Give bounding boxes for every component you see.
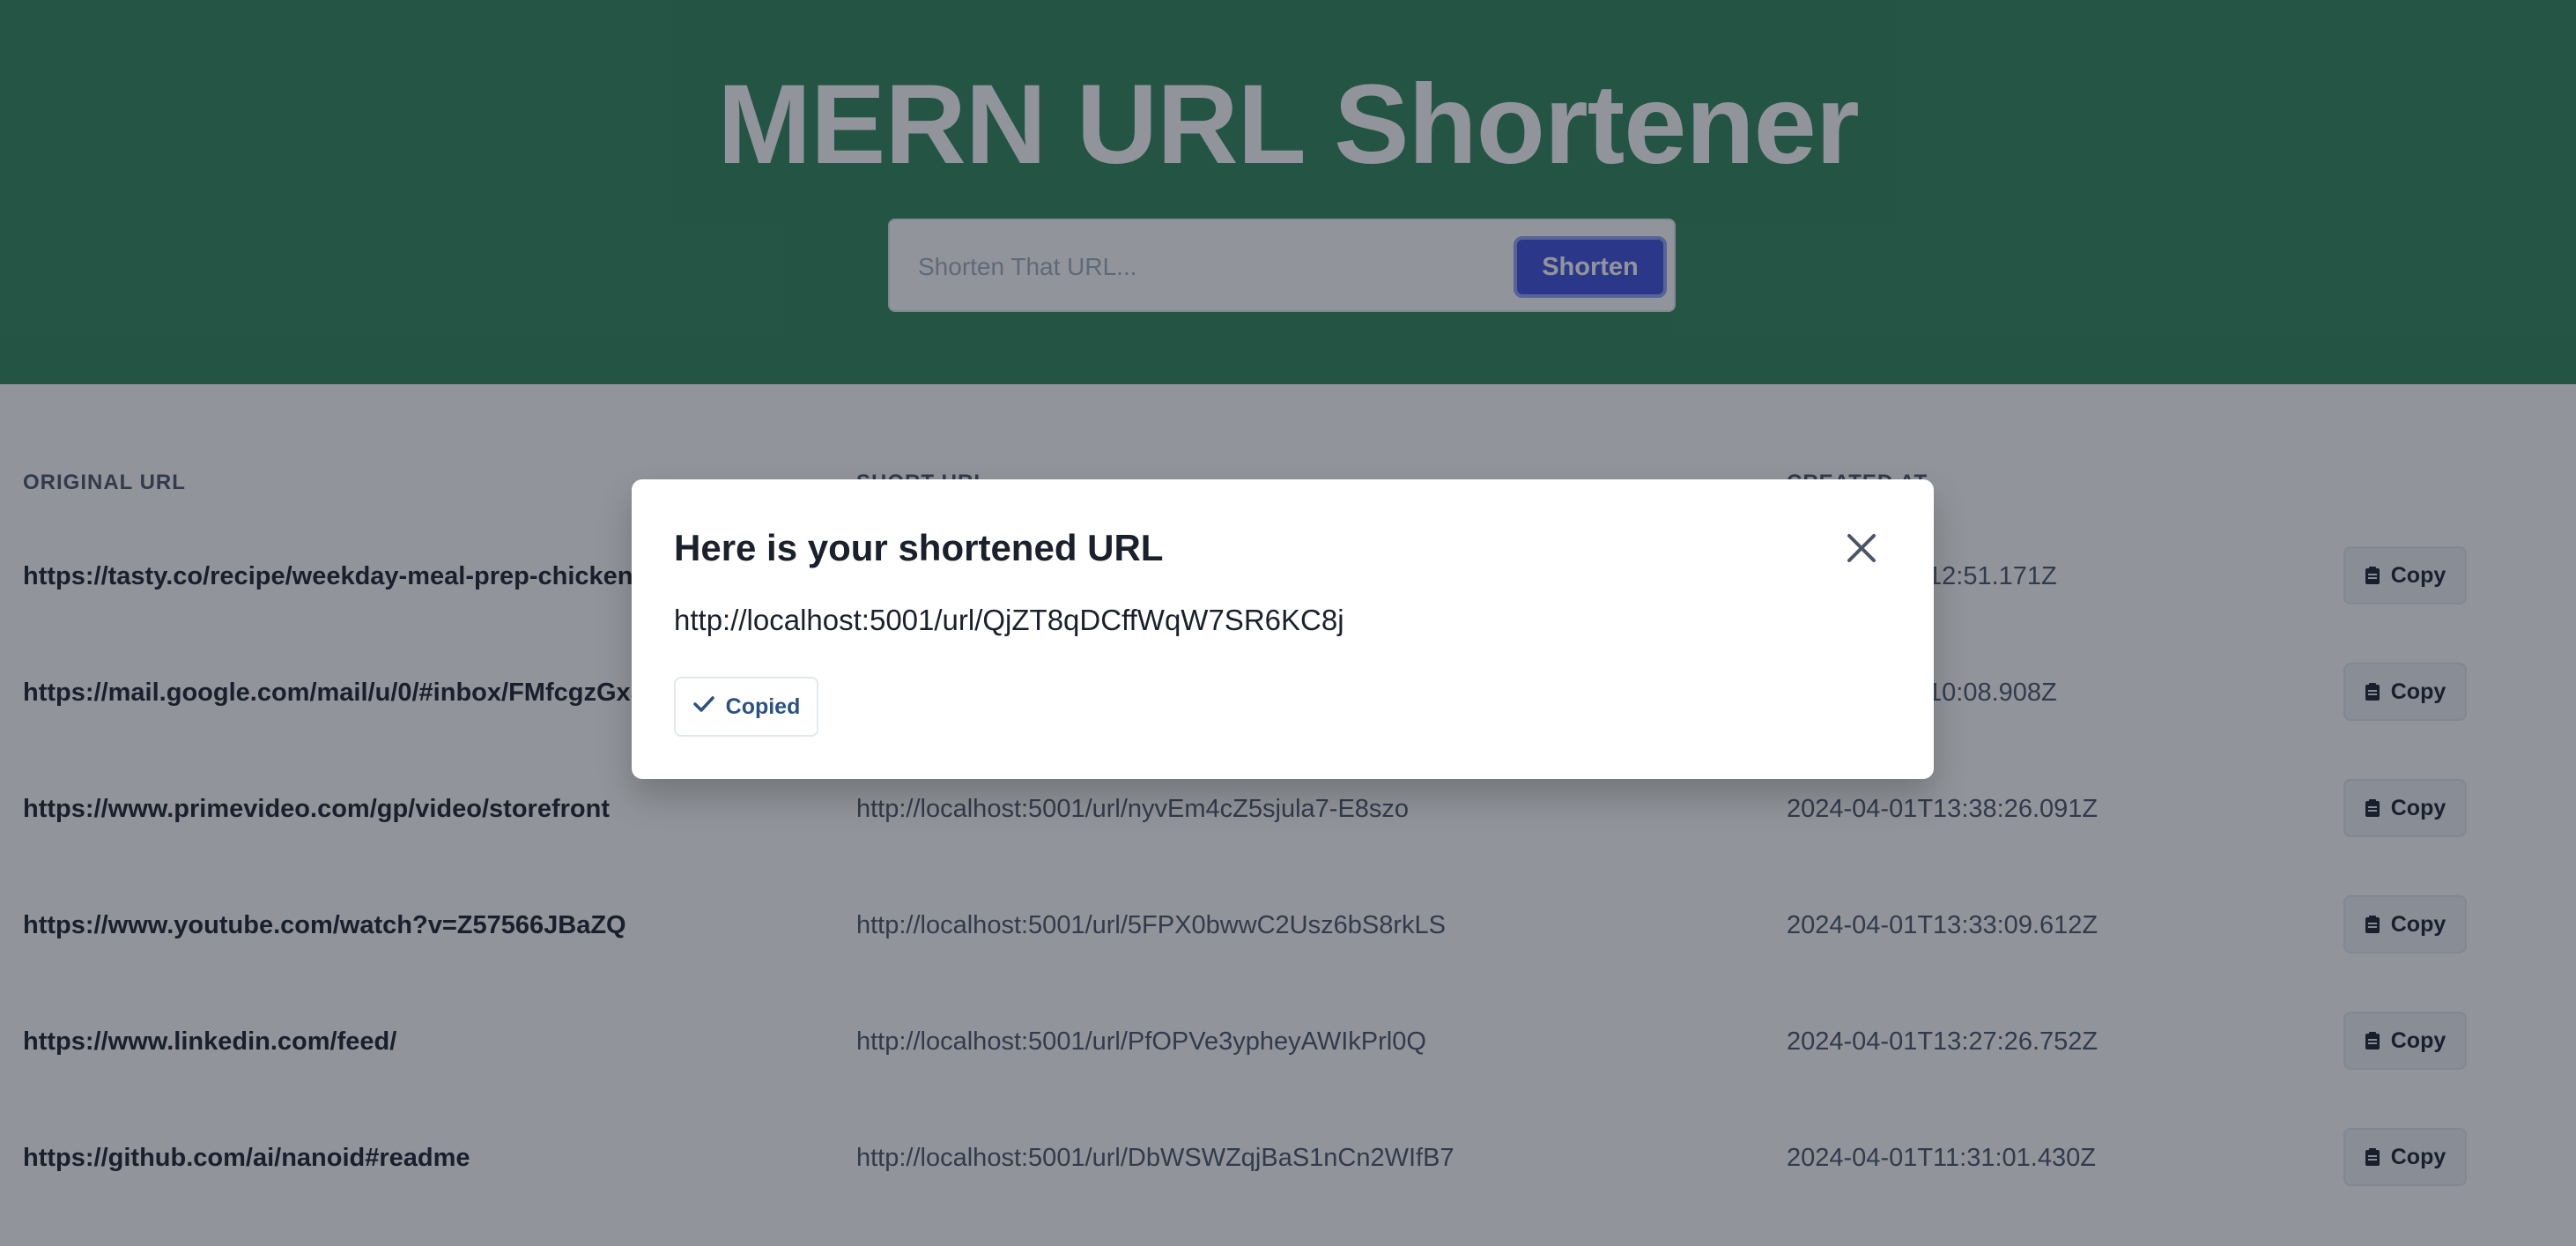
shortened-url-text[interactable]: http://localhost:5001/url/QjZT8qDCffWqW7… [674,599,1344,642]
copied-button[interactable]: Copied [674,677,818,737]
close-icon [1839,534,1884,574]
modal-close-button[interactable] [1839,525,1884,571]
modal-title: Here is your shortened URL [674,527,1164,568]
copied-label: Copied [725,693,801,719]
shortened-url-modal: Here is your shortened URL http://localh… [632,479,1934,779]
check-icon [692,694,715,720]
